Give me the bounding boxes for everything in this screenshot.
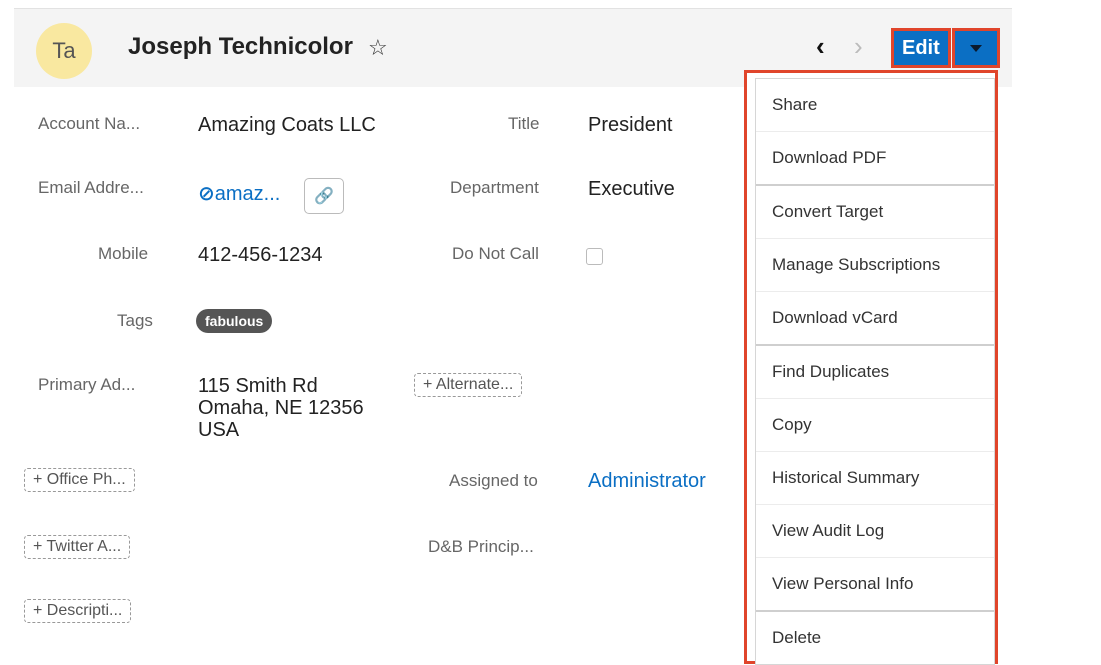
menu-item-download-vcard[interactable]: Download vCard	[756, 292, 994, 346]
account-name-value: Amazing Coats LLC	[198, 114, 376, 136]
add-alternate-address-button[interactable]: + Alternate...	[414, 373, 523, 397]
do-not-call-checkbox[interactable]	[586, 248, 603, 265]
assigned-to-link[interactable]: Administrator	[588, 470, 706, 493]
prohibited-icon: ⊘	[198, 183, 215, 205]
menu-item-download-pdf[interactable]: Download PDF	[756, 132, 994, 186]
menu-item-delete[interactable]: Delete	[756, 612, 994, 664]
actions-dropdown-button[interactable]	[952, 28, 1000, 68]
actions-menu-list: Share Download PDF Convert Target Manage…	[755, 78, 995, 665]
email-value: amaz...	[214, 183, 281, 205]
menu-item-view-audit-log[interactable]: View Audit Log	[756, 505, 994, 558]
chevron-right-icon[interactable]: ›	[854, 31, 863, 62]
menu-item-copy[interactable]: Copy	[756, 399, 994, 452]
tags-label: Tags	[117, 311, 153, 330]
add-twitter-button[interactable]: + Twitter A...	[24, 535, 131, 559]
caret-down-icon	[970, 44, 982, 52]
address-line-1: 115 Smith Rd	[198, 375, 318, 397]
menu-item-historical-summary[interactable]: Historical Summary	[756, 452, 994, 505]
avatar: Ta	[36, 23, 92, 79]
star-icon[interactable]: ☆	[368, 35, 388, 61]
department-label: Department	[450, 178, 539, 197]
menu-item-find-duplicates[interactable]: Find Duplicates	[756, 346, 994, 399]
mobile-value: 412-456-1234	[198, 244, 323, 266]
copy-link-button[interactable]: 🔗	[304, 178, 344, 214]
assigned-to-label: Assigned to	[449, 471, 538, 490]
actions-menu: Share Download PDF Convert Target Manage…	[744, 70, 998, 665]
menu-item-share[interactable]: Share	[756, 79, 994, 132]
link-icon: 🔗	[314, 188, 334, 205]
add-description-button[interactable]: + Descripti...	[24, 599, 132, 623]
do-not-call-label: Do Not Call	[452, 244, 539, 263]
chevron-left-icon[interactable]: ‹	[816, 31, 825, 62]
email-link[interactable]: ⊘amaz...	[198, 181, 280, 206]
menu-item-view-personal-info[interactable]: View Personal Info	[756, 558, 994, 612]
mobile-label: Mobile	[98, 244, 149, 263]
department-value: Executive	[588, 178, 675, 200]
primary-address-value: 115 Smith Rd Omaha, NE 12356 USA	[198, 375, 364, 441]
email-label: Email Addre...	[38, 178, 144, 197]
title-value: President	[588, 114, 673, 136]
tag-badge[interactable]: fabulous	[196, 309, 273, 333]
menu-item-manage-subscriptions[interactable]: Manage Subscriptions	[756, 239, 994, 292]
add-office-phone-button[interactable]: + Office Ph...	[24, 468, 135, 492]
dnb-principal-label: D&B Princip...	[428, 537, 534, 556]
address-line-3: USA	[198, 419, 240, 441]
address-line-2: Omaha, NE 12356	[198, 397, 364, 419]
title-label: Title	[508, 114, 540, 133]
account-name-label: Account Na...	[38, 114, 141, 133]
page-title: Joseph Technicolor	[128, 33, 353, 60]
primary-address-label: Primary Ad...	[38, 375, 136, 394]
edit-button[interactable]: Edit	[891, 28, 951, 68]
menu-item-convert-target[interactable]: Convert Target	[756, 186, 994, 239]
